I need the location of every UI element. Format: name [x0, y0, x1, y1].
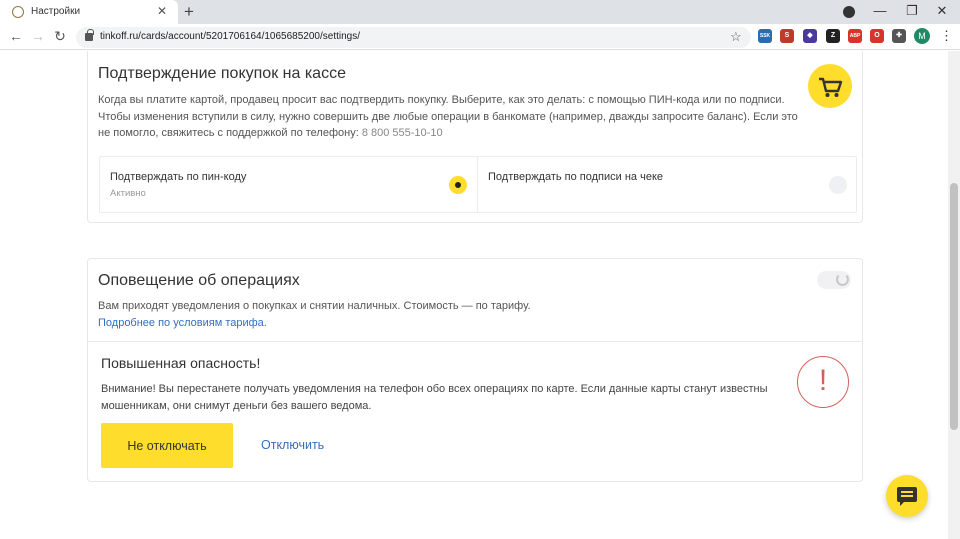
disable-notifications-link[interactable]: Отключить — [261, 438, 324, 452]
url-text[interactable]: tinkoff.ru/cards/account/5201706164/1065… — [100, 31, 360, 42]
browser-toolbar: ← → ↻ tinkoff.ru/cards/account/520170616… — [0, 24, 960, 50]
forward-arrow-icon[interactable]: → — [30, 28, 46, 44]
browser-tab-bar: Настройки ✕ + — ❐ ✕ — [0, 0, 960, 24]
pin-radio-selected[interactable] — [449, 176, 467, 194]
notifications-card: Оповещение об операциях Вам приходят уве… — [87, 258, 863, 482]
warning-title: Повышенная опасность! — [101, 355, 261, 371]
support-phone: 8 800 555-10-10 — [361, 127, 443, 139]
page-scrollbar[interactable] — [948, 51, 960, 539]
browser-profile-indicator-icon[interactable] — [843, 6, 855, 18]
minimize-button[interactable]: — — [870, 3, 890, 18]
purchase-confirmation-description: Когда вы платите картой, продавец просит… — [98, 92, 798, 142]
back-arrow-icon[interactable]: ← — [8, 28, 24, 44]
tab-title: Настройки — [31, 6, 81, 17]
settings-page: Подтверждение покупок на кассе Когда вы … — [0, 51, 948, 539]
option-pin-label: Подтверждать по пин-коду — [110, 171, 247, 183]
red-s-extension-icon[interactable]: S — [780, 29, 794, 43]
tariff-conditions-link[interactable]: Подробнее по условиям тарифа. — [98, 317, 267, 329]
description-line: Чтобы изменения вступили в силу, нужно с… — [98, 110, 798, 123]
tab-close-icon[interactable]: ✕ — [157, 4, 167, 18]
purple-extension-icon[interactable]: ◆ — [803, 29, 817, 43]
ssk-extension-icon[interactable]: SSK — [758, 29, 772, 43]
extensions-puzzle-icon[interactable]: ✚ — [892, 29, 906, 43]
lock-icon — [85, 29, 94, 41]
chat-bubble-icon — [897, 487, 917, 506]
danger-warning: Повышенная опасность! ! Внимание! Вы пер… — [88, 341, 862, 481]
adblock-extension-icon[interactable]: ABP — [848, 29, 862, 43]
support-chat-button[interactable] — [886, 475, 928, 517]
bookmark-star-icon[interactable]: ☆ — [730, 29, 742, 45]
scrollbar-thumb[interactable] — [950, 183, 958, 430]
address-bar[interactable]: tinkoff.ru/cards/account/5201706164/1065… — [76, 27, 751, 48]
browser-tab[interactable]: Настройки ✕ — [0, 0, 178, 24]
option-pin-status: Активно — [110, 188, 146, 199]
notifications-description: Вам приходят уведомления о покупках и сн… — [98, 300, 531, 312]
description-line: Когда вы платите картой, продавец просит… — [98, 94, 785, 106]
shopping-cart-icon — [808, 64, 852, 108]
browser-menu-icon[interactable]: ⋮ — [940, 28, 953, 44]
option-signature-label: Подтверждать по подписи на чеке — [488, 171, 664, 183]
purchase-confirmation-title: Подтверждение покупок на кассе — [98, 65, 346, 82]
maximize-button[interactable]: ❐ — [902, 3, 922, 19]
notifications-title: Оповещение об операциях — [98, 272, 300, 289]
profile-avatar[interactable]: M — [914, 28, 930, 44]
signature-radio[interactable] — [829, 176, 847, 194]
keep-notifications-button[interactable]: Не отключать — [101, 423, 233, 468]
exclamation-icon: ! — [797, 356, 849, 408]
warning-line: Внимание! Вы перестанете получать уведом… — [101, 383, 768, 395]
close-window-button[interactable]: ✕ — [932, 3, 952, 19]
description-line: не помогло, свяжитесь с поддержкой по те… — [98, 125, 798, 142]
new-tab-button[interactable]: + — [184, 2, 194, 22]
loading-spinner-icon — [836, 273, 849, 286]
reload-icon[interactable]: ↻ — [52, 28, 68, 45]
opera-extension-icon[interactable]: O — [870, 29, 884, 43]
warning-text: Внимание! Вы перестанете получать уведом… — [101, 381, 791, 414]
warning-line: мошенникам, они снимут деньги без вашего… — [101, 399, 372, 412]
options-divider — [477, 157, 478, 212]
tinkoff-favicon-icon — [12, 6, 24, 18]
purchase-confirmation-card: Подтверждение покупок на кассе Когда вы … — [87, 51, 863, 223]
description-line-text: не помогло, свяжитесь с поддержкой по те… — [98, 127, 359, 139]
confirmation-options: Подтверждать по пин-коду Активно Подтвер… — [99, 156, 857, 213]
z-extension-icon[interactable]: Z — [826, 29, 840, 43]
